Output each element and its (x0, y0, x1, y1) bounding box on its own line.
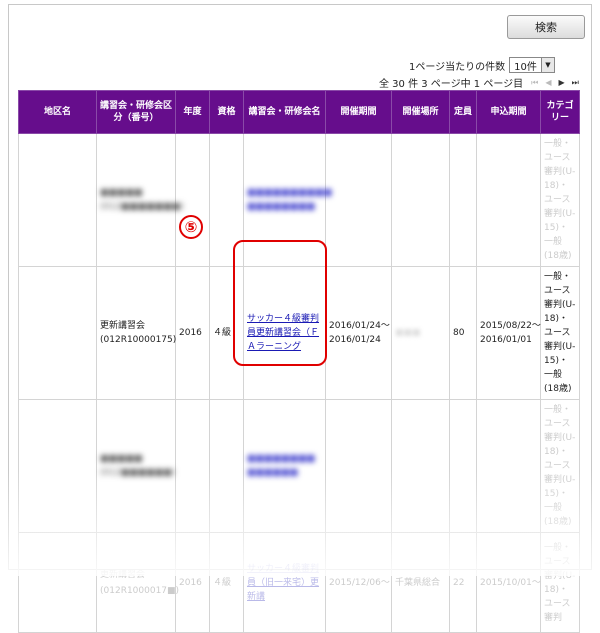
cell-apply (476, 133, 541, 267)
column-header: 講習会・研修会区分（番号） (96, 90, 176, 134)
apply-end: 2016/01/01 (480, 335, 532, 345)
cell-period: 2016/01/24〜 2016/01/24 (325, 266, 392, 400)
division-name: 更新講習会 (100, 321, 146, 331)
cell-year: 2016 (175, 532, 210, 633)
cell-period (325, 399, 392, 533)
per-page-select[interactable]: 10件 ▼ (509, 57, 555, 73)
cell-category: 一般・ユース審判(U-18)・ユース審判 (540, 532, 580, 633)
apply-start: 2015/08/22〜 (480, 321, 541, 331)
cell-apply: 2015/10/01〜 (476, 532, 541, 633)
chevron-down-icon: ▼ (540, 58, 554, 72)
cell-division: 更新講習会 (012R10000175) (96, 266, 177, 400)
step-number-marker: ⑤ (179, 215, 203, 239)
cell-place (391, 133, 450, 267)
per-page-control: 1ページ当たりの件数 10件 ▼ (409, 57, 555, 73)
column-header: 開催期間 (325, 90, 392, 134)
cell-year (175, 133, 210, 267)
search-button[interactable]: 検索 (507, 15, 585, 39)
cell-year (175, 399, 210, 533)
cell-category: 一般・ユース審判(U-18)・ユース審判(U-15)・一般(18歳) (540, 266, 580, 400)
division-number: (012■■■■■■■) (100, 202, 184, 212)
cell-area (18, 266, 97, 400)
last-page-icon[interactable]: ⏭ (572, 78, 579, 88)
table-row: ■■■■■ (012■■■■■■■) ■■■■■■■■■■ ■■■■■■■■ 一… (18, 133, 580, 267)
cell-capacity (449, 133, 477, 267)
cell-title: ■■■■■■■■■■ ■■■■■■■■ (243, 133, 332, 267)
column-header: 開催場所 (391, 90, 450, 134)
pagination: 全 30 件 3 ページ中 1 ページ目 ⏮ ◀ ▶ ⏭ (379, 75, 579, 91)
division-name: 更新講習会 (100, 569, 146, 580)
cell-capacity (449, 399, 477, 533)
cell-title: ■■■■■■■■ ■■■■■■ (243, 399, 326, 533)
cell-category: 一般・ユース審判(U-18)・ユース審判(U-15)・一般(18歳) (540, 399, 580, 533)
cell-title: サッカー４級審判員更新講習会（ＦＡラーニング (243, 266, 326, 400)
cell-grade: ４級 (209, 532, 244, 633)
course-title-link[interactable]: ■■■■■■■■ ■■■■■■ (247, 454, 315, 478)
course-title-link[interactable]: ■■■■■■■■■■ ■■■■■■■■ (247, 188, 332, 212)
cell-area (18, 399, 97, 533)
table-row: 更新講習会 (012R1000017■) 2016 ４級 サッカー４級審判員（旧… (18, 532, 580, 633)
cell-capacity: 22 (449, 532, 477, 633)
cell-area (18, 133, 97, 267)
column-header: 講習会・研修会名 (243, 90, 326, 134)
period-end: 2016/01/24 (329, 335, 381, 345)
column-header: 申込期間 (476, 90, 541, 134)
table-row: ■■■■■ (012■■■■■■) ■■■■■■■■ ■■■■■■ 一般・ユース… (18, 399, 580, 533)
cell-year: 2016 (175, 266, 210, 400)
division-name: ■■■■■ (100, 188, 143, 198)
column-header: 地区名 (18, 90, 97, 134)
prev-page-icon[interactable]: ◀ (545, 78, 551, 88)
per-page-value: 10件 (514, 61, 537, 73)
cell-area (18, 532, 97, 633)
cell-place: 千葉県総合 (391, 532, 450, 633)
column-header: カテゴリー (540, 90, 580, 134)
cell-grade: ４級 (209, 266, 244, 400)
course-title-link[interactable]: サッカー４級審判員（旧一来宅）更新講 (247, 564, 319, 602)
cell-capacity: 80 (449, 266, 477, 400)
cell-title: サッカー４級審判員（旧一来宅）更新講 (243, 532, 326, 633)
cell-place: ■■■ (391, 266, 450, 400)
cell-apply (476, 399, 541, 533)
cell-category: 一般・ユース審判(U-18)・ユース審判(U-15)・一般(18歳) (540, 133, 580, 267)
per-page-label: 1ページ当たりの件数 (409, 61, 506, 73)
table-row: 更新講習会 (012R10000175) 2016 ４級 サッカー４級審判員更新… (18, 266, 580, 400)
first-page-icon[interactable]: ⏮ (531, 78, 538, 88)
division-name: ■■■■■ (100, 454, 143, 464)
period-start: 2016/01/24〜 (329, 321, 390, 331)
cell-grade (209, 133, 244, 267)
division-number: (012R10000175) (100, 335, 177, 345)
results-table: 地区名 講習会・研修会区分（番号） 年度 資格 講習会・研修会名 開催期間 開催… (18, 90, 580, 633)
division-number: (012■■■■■■) (100, 468, 176, 478)
cell-period: 2015/12/06〜 (325, 532, 392, 633)
next-page-icon[interactable]: ▶ (558, 78, 564, 88)
division-number: (012R1000017■) (100, 585, 180, 596)
cell-grade (209, 399, 244, 533)
pagination-summary: 全 30 件 3 ページ中 1 ページ目 (379, 79, 524, 90)
table-header-row: 地区名 講習会・研修会区分（番号） 年度 資格 講習会・研修会名 開催期間 開催… (18, 90, 580, 134)
cell-period (325, 133, 392, 267)
cell-division: ■■■■■ (012■■■■■■) (96, 399, 176, 533)
course-title-link[interactable]: サッカー４級審判員更新講習会（ＦＡラーニング (247, 314, 319, 352)
column-header: 定員 (449, 90, 477, 134)
cell-division: 更新講習会 (012R1000017■) (96, 532, 180, 633)
cell-place (391, 399, 450, 533)
cell-division: ■■■■■ (012■■■■■■■) (96, 133, 184, 267)
column-header: 年度 (175, 90, 210, 134)
column-header: 資格 (209, 90, 244, 134)
cell-apply: 2015/08/22〜 2016/01/01 (476, 266, 541, 400)
